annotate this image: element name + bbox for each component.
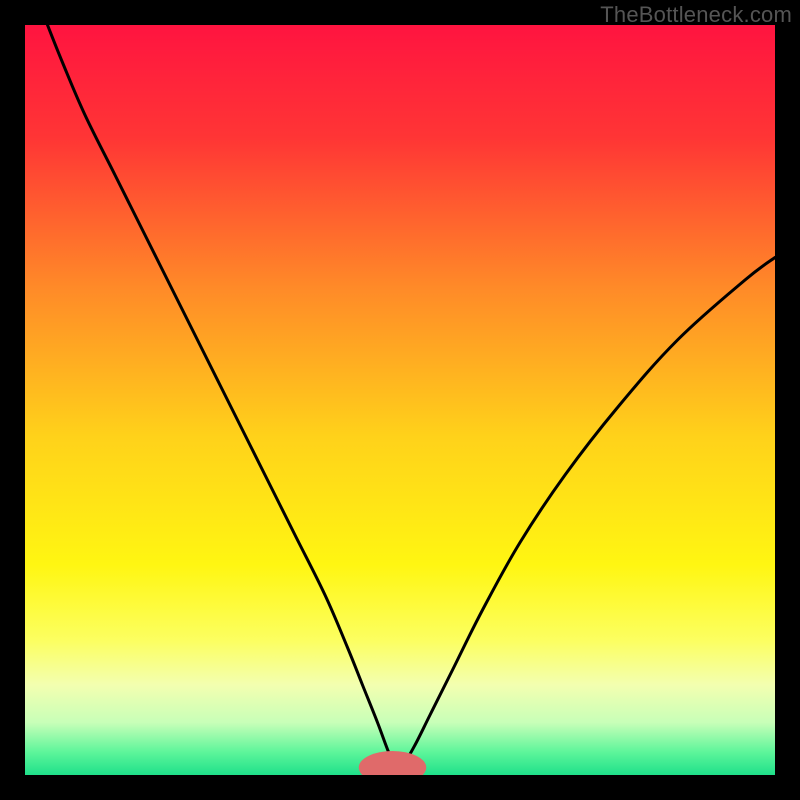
chart-frame: TheBottleneck.com [0,0,800,800]
chart-background [25,25,775,775]
chart-svg [25,25,775,775]
plot-area [25,25,775,775]
